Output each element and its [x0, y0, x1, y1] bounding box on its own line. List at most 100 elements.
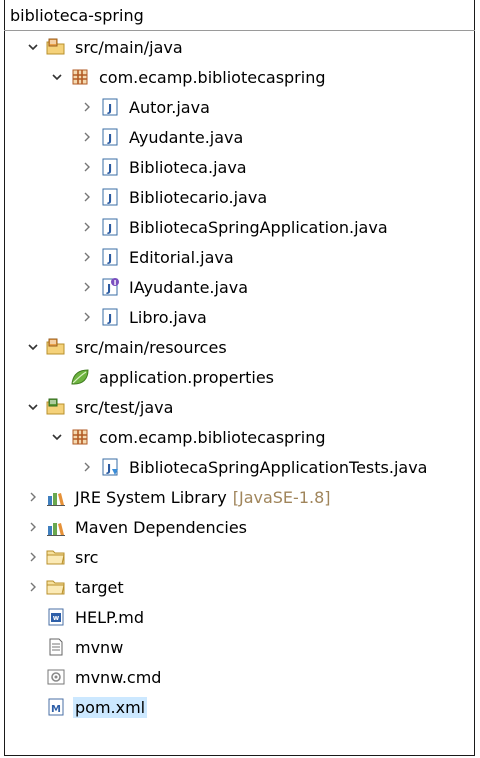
tree-item[interactable]: JRE System Library [JavaSE-1.8] [0, 482, 480, 512]
tree-item-label: Biblioteca.java [129, 157, 247, 177]
tree-item[interactable]: mvnw [0, 632, 480, 662]
maven-pom-icon: M [46, 697, 66, 717]
chevron-right-icon[interactable] [80, 100, 94, 114]
folder-icon [46, 547, 66, 567]
tree-item-label: BibliotecaSpringApplication.java [129, 217, 388, 237]
test-source-folder-icon [46, 397, 66, 417]
tree-item[interactable]: Maven Dependencies [0, 512, 480, 542]
chevron-down-icon[interactable] [26, 400, 40, 414]
java-file-icon: J [100, 157, 120, 177]
chevron-right-icon[interactable] [26, 580, 40, 594]
tree-item[interactable]: J BibliotecaSpringApplication.java [0, 212, 480, 242]
tree-item[interactable]: application.properties [0, 362, 480, 392]
chevron-right-icon[interactable] [80, 310, 94, 324]
tree-item[interactable]: J I IAyudante.java [0, 272, 480, 302]
source-folder-icon [46, 337, 66, 357]
tree-item[interactable]: src/main/java [0, 32, 480, 62]
tree-item[interactable]: J Autor.java [0, 92, 480, 122]
tree-item-label: com.ecamp.bibliotecaspring [99, 427, 326, 447]
tree-item[interactable]: J Bibliotecario.java [0, 182, 480, 212]
tree-item-label: target [75, 577, 124, 597]
svg-text:J: J [106, 462, 111, 475]
java-file-icon: J [100, 247, 120, 267]
svg-text:J: J [106, 282, 111, 295]
java-interface-file-icon: JI [100, 277, 120, 297]
svg-text:J: J [107, 102, 112, 115]
chevron-right-icon[interactable] [80, 280, 94, 294]
java-test-file-icon: J [100, 457, 120, 477]
tree-item-label: Bibliotecario.java [129, 187, 268, 207]
tree-item-label: src/test/java [75, 397, 174, 417]
tree-item-label: src/main/java [75, 37, 183, 57]
chevron-right-icon[interactable] [80, 130, 94, 144]
tree-item[interactable]: J Ayudante.java [0, 122, 480, 152]
java-file-icon: J [100, 307, 120, 327]
tree-item[interactable]: target [0, 572, 480, 602]
chevron-right-icon[interactable] [80, 190, 94, 204]
package-icon [70, 427, 90, 447]
svg-text:w: w [53, 614, 60, 622]
chevron-right-icon[interactable] [80, 460, 94, 474]
tree-item-label: Ayudante.java [129, 127, 244, 147]
tree-item[interactable]: w HELP.md [0, 602, 480, 632]
tree-item-label: pom.xml [73, 696, 148, 718]
tree-item[interactable]: J Libro.java [0, 302, 480, 332]
chevron-right-icon[interactable] [80, 220, 94, 234]
chevron-down-icon[interactable] [50, 70, 64, 84]
tree-item-label: Autor.java [129, 97, 210, 117]
chevron-down-icon[interactable] [50, 430, 64, 444]
tree-item-label: Maven Dependencies [75, 517, 248, 537]
tree-item-label: BibliotecaSpringApplicationTests.java [129, 457, 428, 477]
svg-text:J: J [107, 162, 112, 175]
svg-text:I: I [114, 279, 117, 287]
tree-item-label: Libro.java [129, 307, 207, 327]
svg-text:J: J [107, 252, 112, 265]
chevron-right-icon[interactable] [26, 550, 40, 564]
svg-text:J: J [107, 132, 112, 145]
java-file-icon: J [100, 97, 120, 117]
tree-item-label: com.ecamp.bibliotecaspring [99, 67, 326, 87]
tree-item-label: application.properties [99, 367, 274, 387]
tree-item-label: HELP.md [75, 607, 145, 627]
project-title[interactable]: biblioteca-spring [4, 0, 475, 31]
tree-item-label: JRE System Library [75, 487, 227, 507]
chevron-right-icon[interactable] [26, 520, 40, 534]
tree-item[interactable]: Mpom.xml [0, 692, 480, 722]
tree-item-label: Editorial.java [129, 247, 234, 267]
tree-item[interactable]: J BibliotecaSpringApplicationTests.java [0, 452, 480, 482]
svg-text:J: J [107, 312, 112, 325]
tree-item[interactable]: J Biblioteca.java [0, 152, 480, 182]
chevron-down-icon[interactable] [26, 40, 40, 54]
chevron-right-icon[interactable] [26, 490, 40, 504]
tree-item-label: src/main/resources [75, 337, 227, 357]
tree-item[interactable]: com.ecamp.bibliotecaspring [0, 422, 480, 452]
chevron-right-icon[interactable] [80, 250, 94, 264]
source-folder-icon [46, 37, 66, 57]
chevron-down-icon[interactable] [26, 340, 40, 354]
tree-item[interactable]: J Editorial.java [0, 242, 480, 272]
svg-text:J: J [107, 222, 112, 235]
tree-item-label: mvnw [75, 637, 124, 657]
tree-item[interactable]: src/main/resources [0, 332, 480, 362]
chevron-right-icon[interactable] [80, 160, 94, 174]
svg-text:M: M [51, 704, 61, 715]
tree-item-label: IAyudante.java [129, 277, 249, 297]
java-file-icon: J [100, 217, 120, 237]
tree-item[interactable]: src [0, 542, 480, 572]
text-file-icon [46, 637, 66, 657]
folder-icon [46, 577, 66, 597]
svg-text:J: J [107, 192, 112, 205]
java-file-icon: J [100, 127, 120, 147]
tree-item[interactable]: com.ecamp.bibliotecaspring [0, 62, 480, 92]
cmd-file-icon [46, 667, 66, 687]
markdown-file-icon: w [46, 607, 66, 627]
tree-item-label: mvnw.cmd [75, 667, 162, 687]
library-icon [46, 487, 66, 507]
tree-item[interactable]: mvnw.cmd [0, 662, 480, 692]
tree-item[interactable]: src/test/java [0, 392, 480, 422]
